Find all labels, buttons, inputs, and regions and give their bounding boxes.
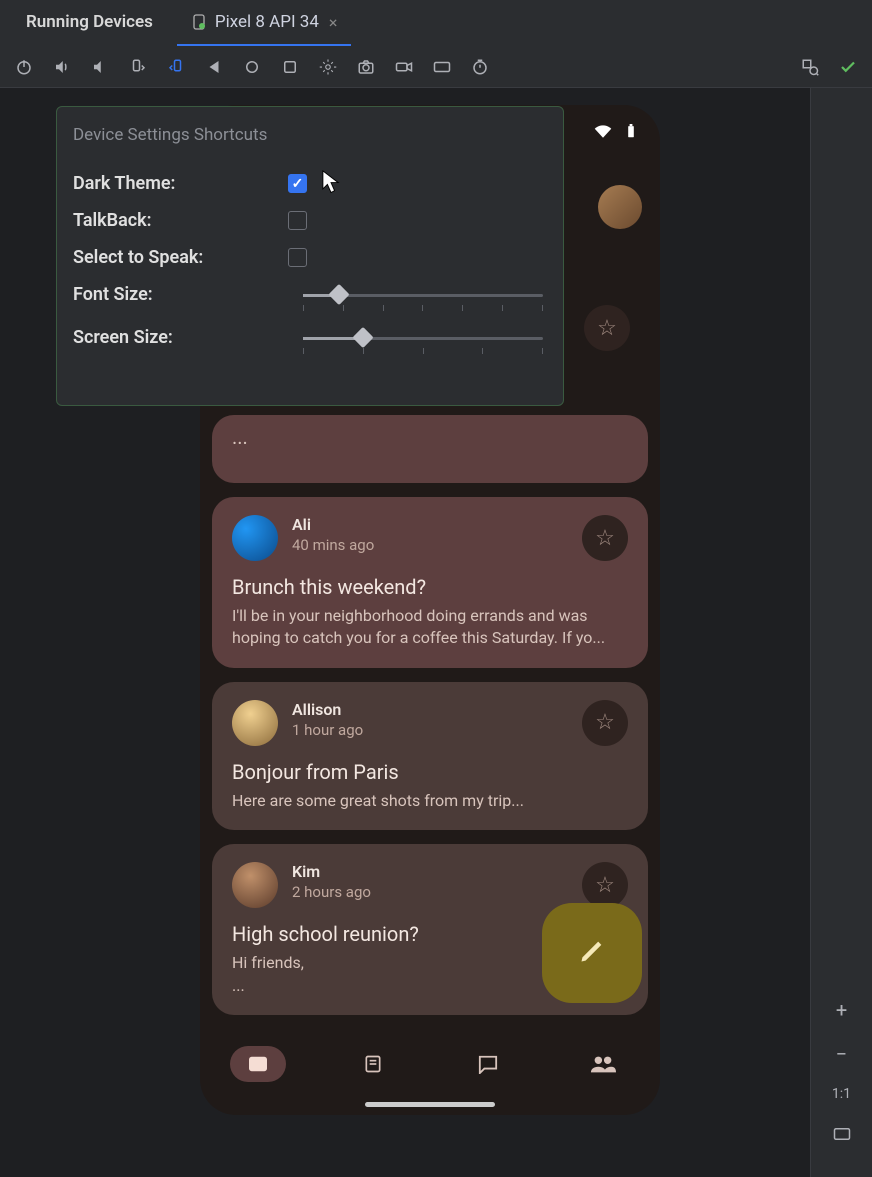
right-toolbar: + − 1:1 — [810, 88, 872, 1177]
select-to-speak-checkbox[interactable] — [288, 248, 307, 267]
email-card[interactable]: Allison 1 hour ago ☆ Bonjour from Paris … — [212, 682, 648, 830]
email-time: 1 hour ago — [292, 721, 363, 739]
compose-fab[interactable] — [542, 903, 642, 1003]
volume-up-icon[interactable] — [50, 55, 74, 79]
nav-chat[interactable] — [460, 1046, 516, 1082]
gesture-handle[interactable] — [365, 1102, 495, 1107]
email-sender: Ali — [292, 515, 374, 534]
email-card[interactable]: Ali 40 mins ago ☆ Brunch this weekend? I… — [212, 497, 648, 668]
email-time: 2 hours ago — [292, 883, 371, 901]
dark-theme-label: Dark Theme: — [73, 173, 288, 194]
back-icon[interactable] — [202, 55, 226, 79]
tab-device[interactable]: Pixel 8 API 34 × — [177, 0, 352, 46]
pencil-icon — [578, 937, 606, 969]
popup-title: Device Settings Shortcuts — [73, 125, 547, 145]
nav-groups[interactable] — [575, 1046, 631, 1082]
email-sender: Allison — [292, 700, 363, 719]
rotate-right-icon[interactable] — [164, 55, 188, 79]
select-to-speak-label: Select to Speak: — [73, 247, 288, 268]
talkback-checkbox[interactable] — [288, 211, 307, 230]
layout-inspector-icon[interactable] — [798, 55, 822, 79]
star-button[interactable]: ☆ — [582, 862, 628, 908]
email-subject: Brunch this weekend? — [232, 575, 628, 599]
keyboard-icon[interactable] — [430, 55, 454, 79]
zoom-out-icon[interactable]: − — [836, 1042, 847, 1066]
device-settings-popup: Device Settings Shortcuts Dark Theme: Ta… — [56, 106, 564, 406]
sender-avatar — [232, 515, 278, 561]
close-icon[interactable]: × — [329, 13, 338, 32]
nav-articles[interactable] — [345, 1046, 401, 1082]
tab-device-label: Pixel 8 API 34 — [215, 12, 319, 32]
overview-icon[interactable] — [278, 55, 302, 79]
email-subject: Bonjour from Paris — [232, 760, 628, 784]
record-icon[interactable] — [392, 55, 416, 79]
screen-size-label: Screen Size: — [73, 327, 303, 348]
timer-icon[interactable] — [468, 55, 492, 79]
screenshot-icon[interactable] — [354, 55, 378, 79]
power-icon[interactable] — [12, 55, 36, 79]
font-size-label: Font Size: — [73, 284, 303, 305]
emulator-toolbar — [0, 46, 872, 88]
email-card[interactable]: ... — [212, 415, 648, 483]
star-button[interactable]: ☆ — [582, 700, 628, 746]
zoom-reset-button[interactable]: 1:1 — [832, 1086, 851, 1102]
nav-inbox[interactable] — [230, 1046, 286, 1082]
wifi-icon — [594, 123, 612, 142]
email-preview: ... — [232, 425, 628, 449]
tab-bar: Running Devices Pixel 8 API 34 × — [0, 0, 872, 46]
email-time: 40 mins ago — [292, 536, 374, 554]
font-size-slider[interactable] — [303, 285, 543, 305]
status-bar — [594, 123, 640, 142]
battery-icon — [622, 123, 640, 142]
profile-avatar[interactable] — [598, 185, 642, 229]
fit-screen-icon[interactable] — [833, 1122, 851, 1146]
sender-avatar — [232, 862, 278, 908]
screen-size-slider[interactable] — [303, 328, 543, 348]
email-preview: Here are some great shots from my trip..… — [232, 790, 628, 812]
tab-running-devices[interactable]: Running Devices — [12, 0, 167, 46]
settings-gear-icon[interactable] — [316, 55, 340, 79]
star-button[interactable]: ☆ — [582, 515, 628, 561]
zoom-in-icon[interactable]: + — [836, 998, 847, 1022]
rotate-left-icon[interactable] — [126, 55, 150, 79]
email-sender: Kim — [292, 862, 371, 881]
checkmark-icon[interactable] — [836, 55, 860, 79]
volume-down-icon[interactable] — [88, 55, 112, 79]
talkback-label: TalkBack: — [73, 210, 288, 231]
sender-avatar — [232, 700, 278, 746]
home-icon[interactable] — [240, 55, 264, 79]
tab-label: Running Devices — [26, 12, 153, 32]
dark-theme-checkbox[interactable] — [288, 174, 307, 193]
email-preview: I'll be in your neighborhood doing erran… — [232, 605, 628, 650]
phone-icon — [191, 14, 207, 30]
bottom-navigation — [200, 1031, 660, 1097]
